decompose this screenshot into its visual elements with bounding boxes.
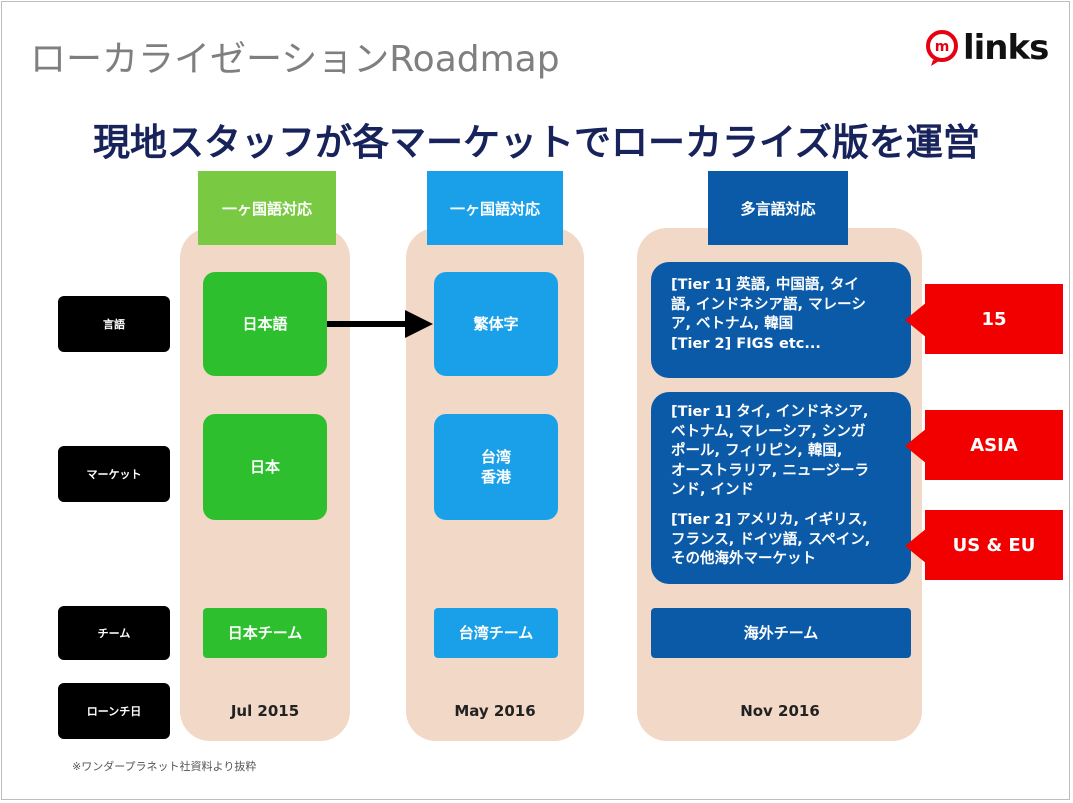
language-line: [Tier 1] 英語, 中国語, タイ	[671, 277, 859, 293]
links-logo: m links	[925, 28, 1049, 68]
language-box-traditional-chinese: 繁体字	[434, 272, 558, 376]
market-box-overseas: [Tier 1] タイ, インドネシア, ベトナム, マレーシア, シンガ ポー…	[651, 392, 911, 584]
callout-language-count: 15	[925, 284, 1063, 354]
launch-date-3: Nov 2016	[740, 702, 820, 720]
launch-date-1: Jul 2015	[230, 702, 300, 720]
language-line: ア, ベトナム, 韓国	[671, 316, 794, 333]
market-box-taiwan-hongkong: 台湾 香港	[434, 414, 558, 520]
column-header-3: 多言語対応	[708, 171, 848, 245]
callout-us-eu: US & EU	[925, 510, 1063, 580]
language-line: [Tier 2] FIGS etc...	[671, 335, 821, 352]
callout-asia: ASIA	[925, 410, 1063, 480]
launch-date-2: May 2016	[454, 702, 536, 720]
language-box-multilingual: [Tier 1] 英語, 中国語, タイ 語, インドネシア語, マレーシ ア,…	[651, 262, 911, 378]
language-line: 語, インドネシア語, マレーシ	[671, 296, 866, 313]
row-label-language: 言語	[58, 296, 170, 352]
row-label-launch-date: ローンチ日	[58, 683, 170, 739]
column-header-2: 一ヶ国語対応	[427, 171, 563, 245]
logo-mark-letter: m	[935, 39, 950, 55]
market-line: 台湾	[480, 447, 511, 466]
team-box-japan: 日本チーム	[203, 608, 327, 658]
market-tier2-line: [Tier 2] アメリカ, イギリス,	[671, 512, 868, 529]
market-tier2-line: フランス, ドイツ語, スペイン,	[671, 531, 871, 548]
slide-title: ローカライゼーションRoadmap	[30, 39, 560, 80]
row-label-team: チーム	[58, 606, 170, 660]
market-tier2-line: その他海外マーケット	[671, 551, 816, 568]
team-box-overseas: 海外チーム	[651, 608, 911, 658]
market-box-japan: 日本	[203, 414, 327, 520]
callout-pointer-us-eu	[905, 528, 927, 564]
logo-text: links	[963, 28, 1049, 68]
market-line: 香港	[480, 468, 511, 486]
footnote: ※ワンダープラネット社資料より抜粋	[72, 760, 257, 773]
market-tier1-line: オーストラリア, ニュージーラ	[671, 462, 870, 479]
column-header-1: 一ヶ国語対応	[198, 171, 336, 245]
row-label-market: マーケット	[58, 446, 170, 502]
arrow-icon	[327, 310, 433, 338]
language-box-japanese: 日本語	[203, 272, 327, 376]
market-tier1-line: ンド, インド	[671, 482, 755, 499]
callout-pointer-asia	[905, 428, 927, 464]
market-tier1-line: [Tier 1] タイ, インドネシア,	[671, 404, 869, 420]
logo-mark-icon: m	[926, 30, 958, 66]
callout-pointer-15	[905, 302, 927, 338]
team-box-taiwan: 台湾チーム	[434, 608, 558, 658]
market-tier1-line: ポール, フィリピン, 韓国,	[671, 443, 843, 460]
market-tier1-line: ベトナム, マレーシア, シンガ	[671, 423, 866, 440]
headline: 現地スタッフが各マーケットでローカライズ版を運営	[93, 121, 980, 164]
